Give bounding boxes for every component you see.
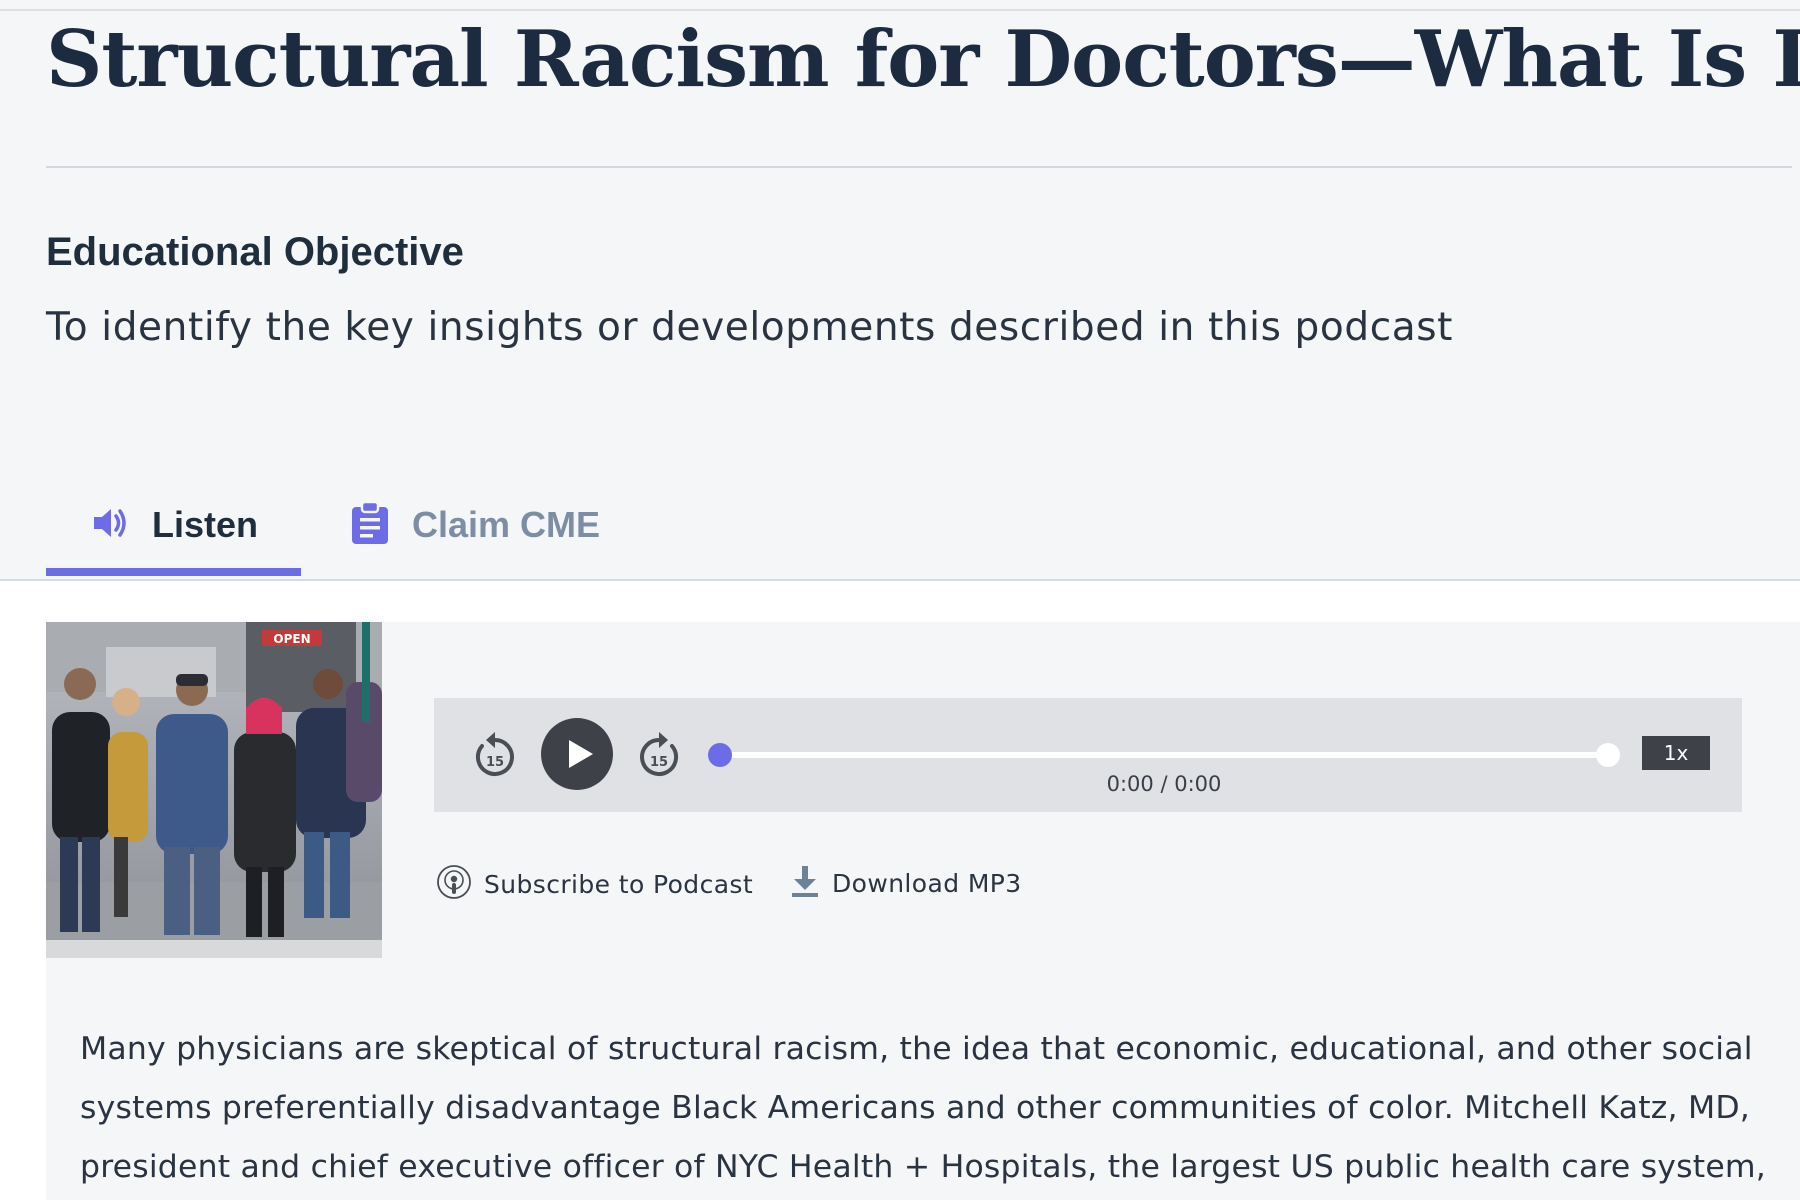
play-icon xyxy=(541,718,613,794)
thumbnail-sign-text: OPEN xyxy=(273,632,310,646)
title-divider xyxy=(46,166,1792,168)
active-tab-indicator xyxy=(46,568,301,576)
forward-15-button[interactable]: 15 xyxy=(636,728,682,780)
forward-icon: 15 xyxy=(636,732,682,784)
download-link-label: Download MP3 xyxy=(832,868,1022,898)
tab-claim-cme-label: Claim CME xyxy=(412,504,601,545)
progress-knob[interactable] xyxy=(708,743,732,767)
podcast-thumbnail: OPEN xyxy=(46,622,382,958)
audio-player: 15 15 0:00 / 0:00 1x xyxy=(434,698,1742,812)
page-title: Structural Racism for Doctors—What Is It… xyxy=(46,14,1800,105)
podcast-icon xyxy=(436,864,472,904)
subscribe-link-label: Subscribe to Podcast xyxy=(484,869,754,899)
download-icon xyxy=(790,864,820,902)
podcast-description: Many physicians are skeptical of structu… xyxy=(80,1031,1766,1185)
tab-bar: Listen Claim CME xyxy=(0,470,1800,580)
top-divider xyxy=(0,9,1800,11)
tab-listen-label: Listen xyxy=(152,504,259,545)
forward-seconds: 15 xyxy=(650,755,668,770)
progress-track[interactable] xyxy=(720,752,1606,758)
speaker-icon xyxy=(92,506,130,544)
tab-claim-cme[interactable]: Claim CME xyxy=(350,470,600,580)
clipboard-icon xyxy=(350,500,390,549)
tab-listen[interactable]: Listen xyxy=(92,470,258,580)
time-readout: 0:00 / 0:00 xyxy=(1106,772,1222,796)
objective-text: To identify the key insights or developm… xyxy=(46,305,1454,350)
rewind-icon: 15 xyxy=(472,732,518,784)
track-end-knob[interactable] xyxy=(1596,743,1620,767)
rewind-15-button[interactable]: 15 xyxy=(472,728,518,780)
play-button[interactable] xyxy=(541,718,613,790)
rewind-seconds: 15 xyxy=(486,755,504,770)
download-mp3-link[interactable]: Download MP3 xyxy=(790,864,1022,902)
subscribe-link[interactable]: Subscribe to Podcast xyxy=(436,864,753,904)
objective-heading: Educational Objective xyxy=(46,230,464,274)
playback-speed-button[interactable]: 1x xyxy=(1642,736,1710,770)
